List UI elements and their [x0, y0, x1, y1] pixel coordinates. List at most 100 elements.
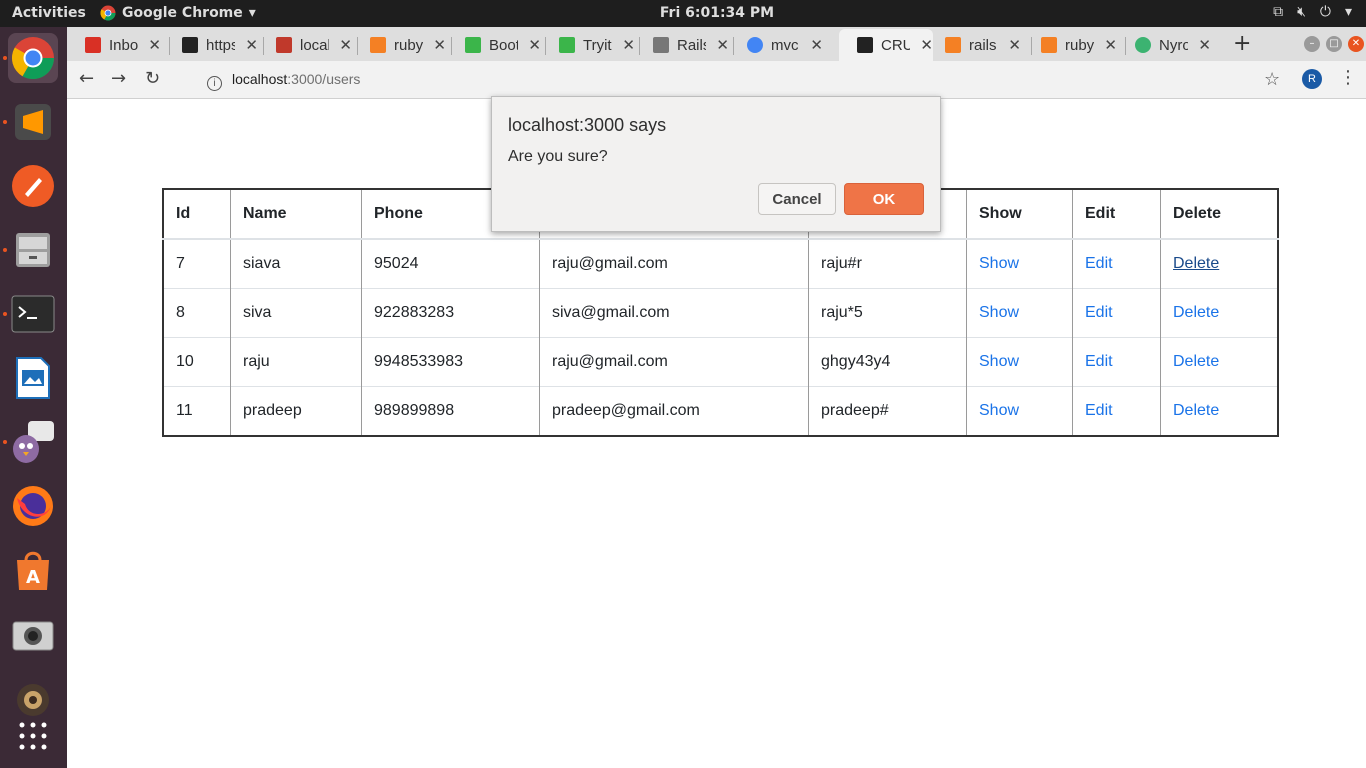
- dock-chrome[interactable]: [8, 33, 58, 83]
- tab-6[interactable]: Rails ✕: [635, 29, 729, 61]
- edit-link[interactable]: Edit: [1085, 255, 1113, 272]
- terminal-icon: [11, 295, 55, 333]
- tab-11[interactable]: Nyro ✕: [1117, 29, 1211, 61]
- delete-link[interactable]: Delete: [1173, 304, 1219, 321]
- gmail-icon: [85, 37, 101, 53]
- close-icon[interactable]: ✕: [622, 36, 635, 54]
- cell-email: raju@gmail.com: [539, 238, 809, 289]
- minimize-button[interactable]: –: [1304, 36, 1320, 52]
- show-link[interactable]: Show: [979, 402, 1019, 419]
- close-icon[interactable]: ✕: [810, 36, 823, 54]
- show-link[interactable]: Show: [979, 304, 1019, 321]
- browser-toolbar: ← → ↻ i localhost:3000/users ☆ R ⋮: [67, 61, 1366, 99]
- dock: A: [0, 27, 67, 768]
- site-icon: [276, 37, 292, 53]
- chrome-icon: [11, 37, 55, 80]
- dock-terminal[interactable]: [8, 289, 58, 339]
- menu-icon[interactable]: ⋮: [1339, 67, 1357, 88]
- show-link[interactable]: Show: [979, 255, 1019, 272]
- dock-pidgin[interactable]: [8, 417, 58, 467]
- cell-phone: 9948533983: [361, 337, 540, 387]
- dock-files[interactable]: [8, 225, 58, 275]
- dock-writer[interactable]: [8, 353, 58, 403]
- close-icon[interactable]: ✕: [148, 36, 161, 54]
- close-icon[interactable]: ✕: [339, 36, 352, 54]
- table-row: 11 pradeep 989899898 pradeep@gmail.com p…: [163, 386, 1279, 436]
- address-bar[interactable]: i localhost:3000/users: [207, 71, 360, 91]
- file-cabinet-icon: [16, 233, 50, 267]
- tab-0[interactable]: Inbox ✕: [67, 29, 161, 61]
- cancel-button[interactable]: Cancel: [758, 183, 836, 215]
- bookmark-star-icon[interactable]: ☆: [1264, 69, 1280, 90]
- tab-3[interactable]: ruby ✕: [352, 29, 446, 61]
- google-icon: [747, 37, 763, 53]
- dock-camera[interactable]: [8, 609, 58, 659]
- forward-button[interactable]: →: [111, 68, 126, 89]
- cell-email: siva@gmail.com: [539, 288, 809, 338]
- close-icon[interactable]: ✕: [245, 36, 258, 54]
- close-icon[interactable]: ✕: [716, 36, 729, 54]
- ok-button[interactable]: OK: [844, 183, 924, 215]
- cell-name: siava: [230, 238, 362, 289]
- tab-10[interactable]: ruby ✕: [1023, 29, 1117, 61]
- maximize-button[interactable]: □: [1326, 36, 1342, 52]
- delete-link[interactable]: Delete: [1173, 255, 1219, 272]
- tab-4[interactable]: Boot ✕: [447, 29, 541, 61]
- confirm-dialog: localhost:3000 says Are you sure? Cancel…: [491, 96, 941, 232]
- close-icon[interactable]: ✕: [1104, 36, 1117, 54]
- header-id: Id: [163, 188, 231, 240]
- tab-strip: Inbox ✕ https ✕ localhost ✕ ruby ✕ Boot …: [67, 27, 1366, 61]
- tab-8-active[interactable]: CRUD ✕: [839, 29, 933, 61]
- tab-title: localhost: [300, 36, 329, 54]
- profile-avatar[interactable]: R: [1302, 69, 1322, 89]
- tab-title: CRUD: [881, 36, 911, 54]
- close-icon[interactable]: ✕: [1198, 36, 1211, 54]
- close-icon[interactable]: ✕: [433, 36, 446, 54]
- app-grid-icon: [19, 722, 47, 750]
- site-icon: [182, 37, 198, 53]
- cell-name: raju: [230, 337, 362, 387]
- chevron-down-icon: ▾: [1344, 4, 1352, 20]
- reload-button[interactable]: ↻: [145, 68, 160, 89]
- tab-9[interactable]: rails ✕: [927, 29, 1021, 61]
- header-show: Show: [966, 188, 1073, 240]
- cell-phone: 922883283: [361, 288, 540, 338]
- delete-link[interactable]: Delete: [1173, 402, 1219, 419]
- show-applications-button[interactable]: [8, 711, 58, 761]
- info-icon[interactable]: i: [207, 76, 222, 91]
- tab-5[interactable]: Tryit ✕: [541, 29, 635, 61]
- cell-id: 8: [163, 288, 231, 338]
- clock[interactable]: Fri 6:01:34 PM: [0, 5, 1366, 21]
- dock-sublime[interactable]: [8, 97, 58, 147]
- tab-title: Nyro: [1159, 36, 1189, 54]
- pidgin-icon: [13, 421, 54, 463]
- dock-software[interactable]: A: [8, 545, 58, 595]
- cell-phone: 989899898: [361, 386, 540, 436]
- delete-link[interactable]: Delete: [1173, 353, 1219, 370]
- w3schools-icon: [465, 37, 481, 53]
- tab-2[interactable]: localhost ✕: [258, 29, 352, 61]
- cell-email: pradeep@gmail.com: [539, 386, 809, 436]
- cell-id: 11: [163, 386, 231, 436]
- table-row: 7 siava 95024 raju@gmail.com raju#r Show…: [163, 238, 1279, 289]
- close-window-button[interactable]: ✕: [1348, 36, 1364, 52]
- tab-1[interactable]: https ✕: [164, 29, 258, 61]
- tab-title: Rails: [677, 36, 706, 54]
- close-icon[interactable]: ✕: [528, 36, 541, 54]
- dock-firefox[interactable]: [8, 481, 58, 531]
- tab-7[interactable]: mvc ✕: [729, 29, 823, 61]
- system-top-bar: Activities Google Chrome ▾ Fri 6:01:34 P…: [0, 0, 1366, 27]
- back-button[interactable]: ←: [79, 68, 94, 89]
- show-link[interactable]: Show: [979, 353, 1019, 370]
- dock-postman[interactable]: [8, 161, 58, 211]
- system-tray[interactable]: ⧉ 🔇︎ ⏻ ▾: [1273, 4, 1352, 20]
- firefox-icon: [13, 486, 53, 526]
- edit-link[interactable]: Edit: [1085, 353, 1113, 370]
- edit-link[interactable]: Edit: [1085, 304, 1113, 321]
- stackoverflow-icon: [370, 37, 386, 53]
- cell-password: raju*5: [808, 288, 967, 338]
- edit-link[interactable]: Edit: [1085, 402, 1113, 419]
- new-tab-button[interactable]: +: [1233, 31, 1251, 56]
- close-icon[interactable]: ✕: [1008, 36, 1021, 54]
- w3schools-icon: [559, 37, 575, 53]
